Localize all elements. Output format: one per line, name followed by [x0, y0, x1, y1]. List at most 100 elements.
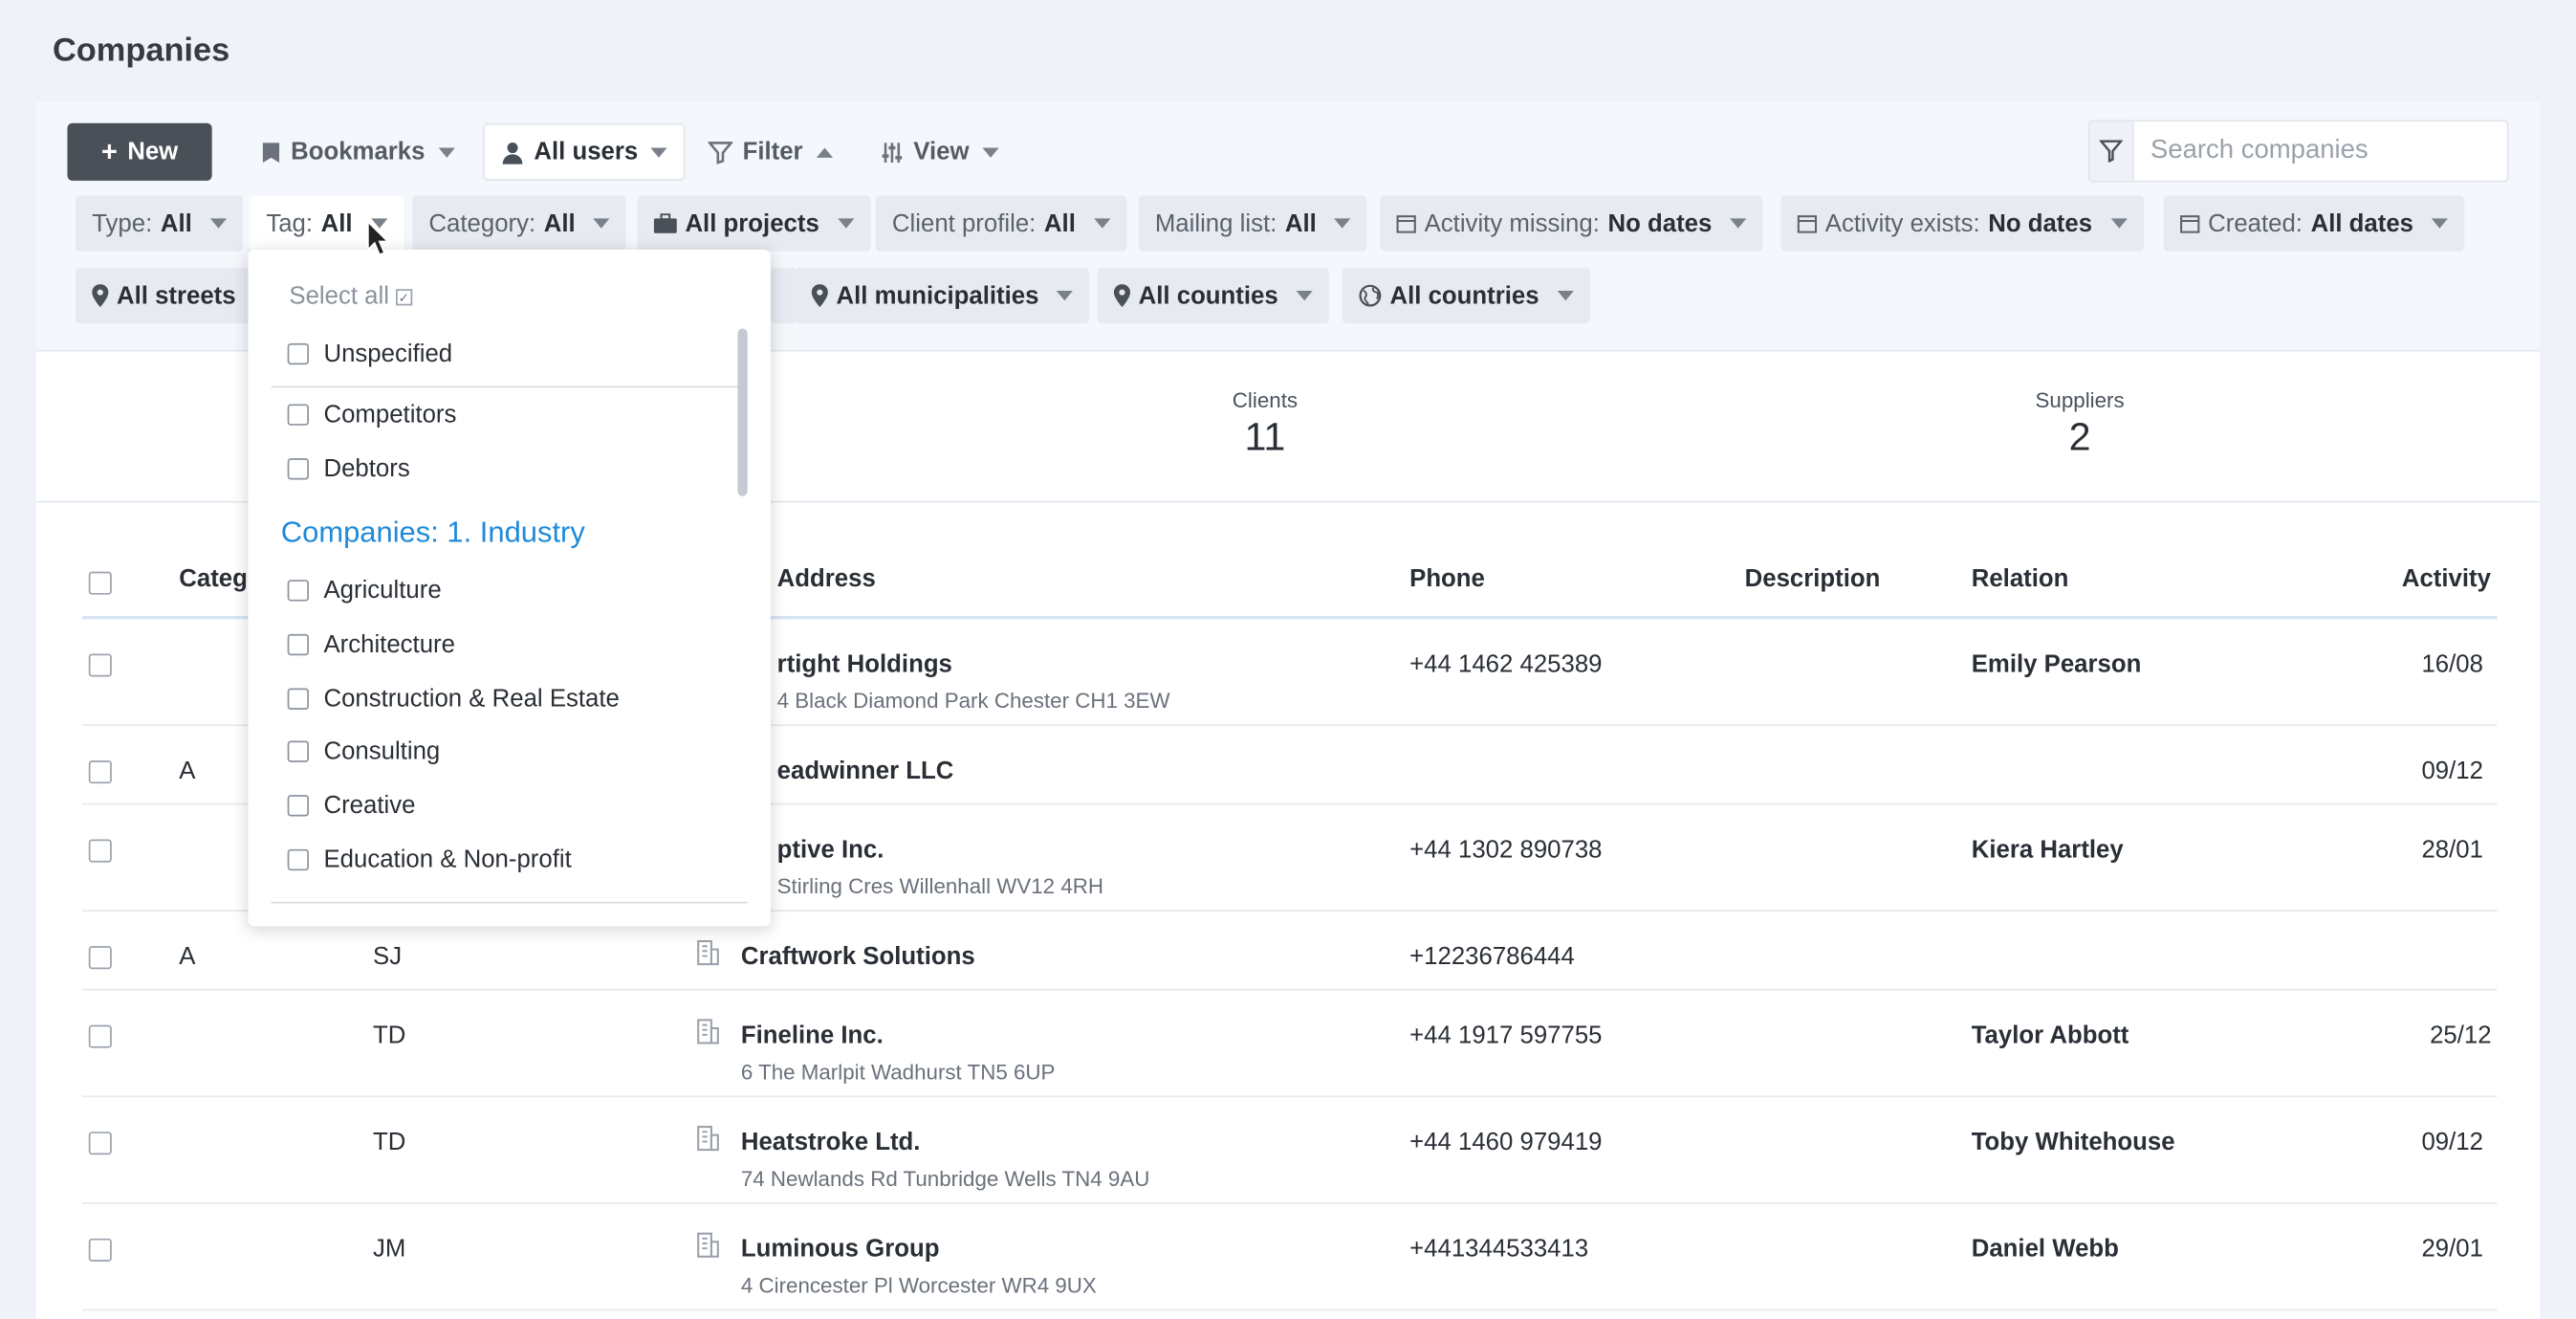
map-pin-icon — [1113, 284, 1131, 308]
tag-option[interactable]: Competitors — [287, 398, 456, 430]
search-filter-button[interactable] — [2087, 120, 2134, 183]
tag-option-unspecified[interactable]: Unspecified — [287, 337, 452, 369]
row-owner: TD — [373, 1128, 406, 1156]
hidden-filter-chip[interactable] — [770, 267, 797, 324]
created-filter[interactable]: Created: All dates — [2163, 195, 2465, 252]
tag-option[interactable]: Architecture — [287, 627, 455, 660]
counties-filter[interactable]: All counties — [1097, 267, 1329, 324]
header-address[interactable]: Address — [777, 565, 876, 593]
calendar-icon — [2180, 215, 2200, 233]
header-description[interactable]: Description — [1745, 565, 1881, 593]
chevron-down-icon — [982, 146, 999, 158]
chevron-down-icon — [1557, 290, 1574, 301]
company-name[interactable]: rtight Holdings — [777, 650, 952, 678]
chevron-down-icon — [209, 218, 227, 229]
tag-option[interactable]: Education & Non-profit — [287, 843, 572, 875]
table-row[interactable]: TD Fineline Inc. 6 The Marlpit Wadhurst … — [81, 991, 2498, 1098]
tag-option[interactable]: Creative — [287, 788, 415, 821]
header-phone[interactable]: Phone — [1409, 565, 1485, 593]
tag-checkbox[interactable] — [287, 739, 310, 761]
row-category: A — [179, 942, 196, 971]
company-phone[interactable]: +44 1302 890738 — [1409, 836, 1602, 864]
projects-filter[interactable]: All projects — [637, 195, 871, 252]
tag-option[interactable]: Debtors — [287, 451, 410, 484]
tag-checkbox[interactable] — [287, 457, 310, 479]
client-profile-filter-key: Client profile: — [891, 209, 1037, 238]
company-name[interactable]: eadwinner LLC — [777, 758, 954, 785]
company-phone[interactable]: +44 1462 425389 — [1409, 650, 1602, 678]
company-relation[interactable]: Kiera Hartley — [1972, 836, 2124, 864]
countries-filter[interactable]: All countries — [1342, 267, 1590, 324]
company-address: 6 The Marlpit Wadhurst TN5 6UP — [740, 1059, 1056, 1085]
created-filter-value: All dates — [2310, 209, 2414, 238]
select-all-checkbox[interactable] — [88, 571, 112, 595]
streets-filter[interactable]: All streets — [76, 267, 252, 324]
counties-filter-value: All counties — [1138, 281, 1278, 310]
tag-option[interactable]: Consulting — [287, 735, 440, 767]
company-phone[interactable]: +44 1460 979419 — [1409, 1129, 1602, 1156]
new-button[interactable]: + New — [67, 122, 212, 181]
table-row[interactable]: TD Heatstroke Ltd. 74 Newlands Rd Tunbri… — [81, 1097, 2498, 1204]
category-filter[interactable]: Category: All — [412, 195, 626, 252]
tag-checkbox[interactable] — [287, 579, 310, 601]
tag-option[interactable]: Construction & Real Estate — [287, 682, 620, 714]
company-relation[interactable]: Emily Pearson — [1972, 650, 2142, 678]
view-button[interactable]: View — [881, 123, 999, 181]
tag-checkbox[interactable] — [287, 403, 310, 425]
dropdown-scrollbar[interactable] — [737, 328, 748, 496]
row-checkbox[interactable] — [88, 1238, 112, 1262]
company-relation[interactable]: Taylor Abbott — [1972, 1022, 2129, 1049]
tag-checkbox[interactable] — [287, 847, 310, 870]
company-activity: 16/08 — [2421, 650, 2483, 679]
header-activity[interactable]: Activity — [2402, 565, 2491, 593]
row-owner: JM — [373, 1235, 406, 1264]
mailing-list-filter[interactable]: Mailing list: All — [1138, 195, 1368, 252]
tag-checkbox[interactable] — [287, 342, 310, 364]
company-phone[interactable]: +441344533413 — [1409, 1235, 1588, 1263]
category-filter-key: Category: — [428, 209, 536, 238]
chevron-down-icon — [1057, 290, 1074, 301]
tag-checkbox[interactable] — [287, 633, 310, 655]
company-address: Stirling Cres Willenhall WV12 4RH — [776, 873, 1103, 899]
row-checkbox[interactable] — [88, 1132, 112, 1155]
company-name[interactable]: ptive Inc. — [777, 836, 884, 864]
row-checkbox[interactable] — [88, 946, 112, 970]
stat-suppliers[interactable]: Suppliers 2 — [1981, 387, 2178, 461]
filter-toggle[interactable]: Filter — [708, 123, 833, 181]
tag-option[interactable]: Agriculture — [287, 573, 442, 605]
client-profile-filter[interactable]: Client profile: All — [875, 195, 1127, 252]
activity-missing-filter[interactable]: Activity missing: No dates — [1380, 195, 1763, 252]
row-checkbox[interactable] — [88, 839, 112, 863]
bookmarks-button[interactable]: Bookmarks — [261, 123, 455, 181]
tag-checkbox[interactable] — [287, 794, 310, 816]
users-select[interactable]: All users — [483, 122, 687, 181]
table-row[interactable]: JM Luminous Group 4 Cirencester Pl Worce… — [81, 1204, 2498, 1311]
type-filter[interactable]: Type: All — [76, 195, 244, 252]
row-checkbox[interactable] — [88, 1024, 112, 1048]
company-name[interactable]: Heatstroke Ltd. — [741, 1129, 921, 1156]
search-input[interactable] — [2133, 120, 2509, 183]
stat-label: Clients — [1232, 387, 1299, 413]
company-name[interactable]: Fineline Inc. — [741, 1022, 884, 1049]
building-icon — [697, 939, 719, 966]
company-phone[interactable]: +12236786444 — [1409, 943, 1575, 971]
stat-clients[interactable]: Clients 11 — [1167, 387, 1364, 461]
row-checkbox[interactable] — [88, 760, 112, 784]
select-all-option[interactable]: Select all ✓ — [289, 282, 413, 311]
row-checkbox[interactable] — [88, 653, 112, 677]
company-name[interactable]: Craftwork Solutions — [741, 943, 975, 971]
tag-checkbox[interactable] — [287, 687, 310, 710]
municipalities-filter[interactable]: All municipalities — [795, 267, 1090, 324]
company-relation[interactable]: Toby Whitehouse — [1972, 1129, 2175, 1156]
company-name[interactable]: Luminous Group — [741, 1235, 940, 1263]
activity-exists-filter[interactable]: Activity exists: No dates — [1780, 195, 2144, 252]
tag-option-label: Construction & Real Estate — [323, 684, 620, 713]
streets-filter-value: All streets — [116, 281, 236, 310]
company-phone[interactable]: +44 1917 597755 — [1409, 1022, 1602, 1049]
header-category[interactable]: Categ — [179, 565, 248, 593]
header-relation[interactable]: Relation — [1972, 565, 2069, 593]
projects-filter-value: All projects — [685, 209, 819, 238]
company-relation[interactable]: Daniel Webb — [1972, 1235, 2119, 1263]
globe-icon — [1359, 284, 1382, 307]
chevron-up-icon — [816, 146, 833, 158]
